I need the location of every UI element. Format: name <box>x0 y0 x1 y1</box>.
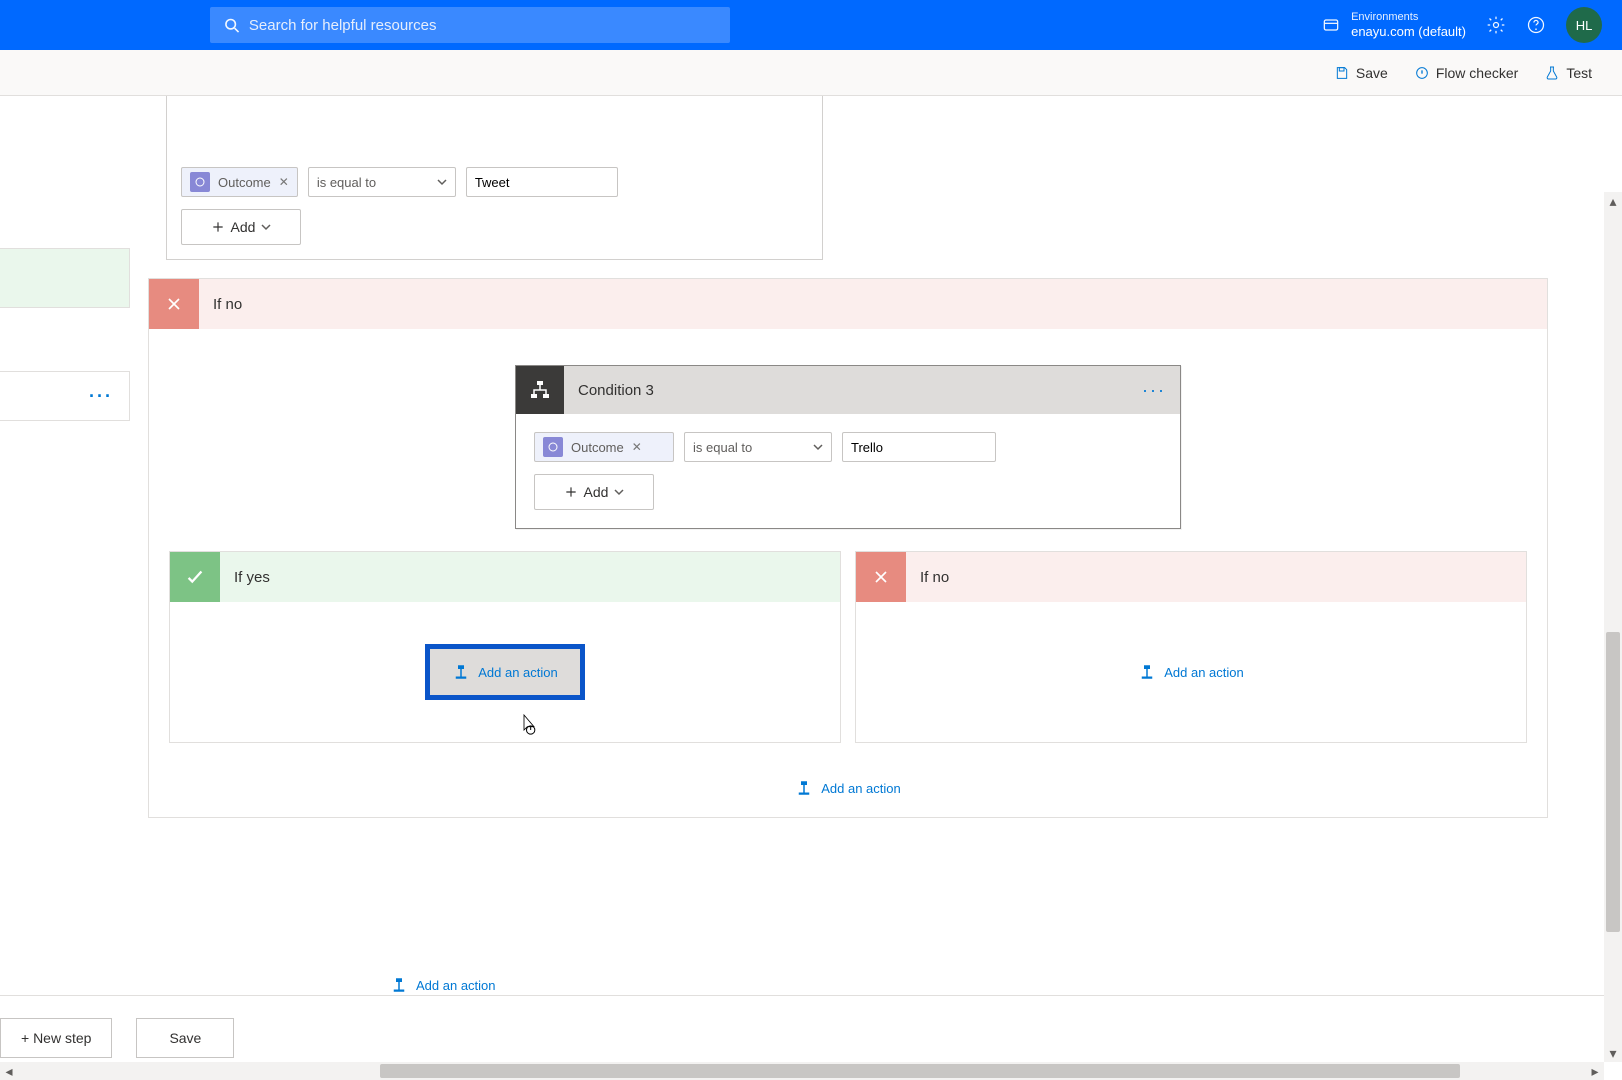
add-action-icon <box>1138 663 1156 681</box>
settings-icon[interactable] <box>1486 15 1506 35</box>
chip-label: Outcome <box>218 175 271 190</box>
editor-toolbar: Save Flow checker Test <box>0 50 1622 96</box>
add-action-icon <box>390 976 408 994</box>
user-avatar[interactable]: HL <box>1566 7 1602 43</box>
chip-remove-icon[interactable]: ✕ <box>632 440 642 454</box>
action-card-stub[interactable]: ··· <box>0 371 130 421</box>
flow-checker-icon <box>1414 65 1430 81</box>
horizontal-scrollbar[interactable]: ◂ ▸ <box>0 1062 1604 1080</box>
app-header: Environments enayu.com (default) HL <box>0 0 1622 50</box>
flow-canvas[interactable]: Outcome ✕ is equal to Add ··· <box>0 96 1622 1080</box>
if-no-header[interactable]: If no <box>149 279 1547 329</box>
add-row-label: Add <box>231 219 256 235</box>
chip-label: Outcome <box>571 440 624 455</box>
add-action-link-bottom[interactable]: Add an action <box>390 976 496 994</box>
environment-name: enayu.com (default) <box>1351 24 1466 40</box>
dynamic-content-icon <box>190 172 210 192</box>
scroll-down-icon[interactable]: ▾ <box>1604 1044 1622 1062</box>
operator-value: is equal to <box>693 440 752 455</box>
dynamic-content-icon <box>543 437 563 457</box>
toolbar-test[interactable]: Test <box>1544 65 1592 81</box>
if-no-branch-inner: If no Add an action <box>855 551 1527 743</box>
environment-label: Environments <box>1351 11 1466 24</box>
x-icon <box>856 552 906 602</box>
condition-value-input[interactable] <box>842 432 996 462</box>
if-yes-branch: If yes Add an action <box>169 551 841 743</box>
add-action-link[interactable]: Add an action <box>1138 663 1244 681</box>
environment-picker[interactable]: Environments enayu.com (default) <box>1321 11 1466 40</box>
condition-3-title: Condition 3 <box>578 382 654 399</box>
add-action-link-mid[interactable]: Add an action <box>795 779 901 797</box>
if-no-header-inner[interactable]: If no <box>856 552 1526 602</box>
chevron-down-icon <box>813 442 823 452</box>
save-button[interactable]: Save <box>136 1018 234 1058</box>
if-no-title: If no <box>213 296 242 313</box>
search-box[interactable] <box>210 7 730 43</box>
toolbar-flow-checker-label: Flow checker <box>1436 65 1518 81</box>
chip-remove-icon[interactable]: ✕ <box>279 175 289 189</box>
more-menu-icon[interactable]: ··· <box>89 386 113 407</box>
if-no-title-inner: If no <box>920 569 949 586</box>
plus-icon <box>211 220 225 234</box>
help-icon[interactable] <box>1526 15 1546 35</box>
new-step-button[interactable]: + New step <box>0 1018 112 1058</box>
operator-dropdown[interactable]: is equal to <box>308 167 456 197</box>
add-row-button[interactable]: Add <box>181 209 301 245</box>
plus-icon <box>564 485 578 499</box>
environment-icon <box>1321 15 1341 35</box>
toolbar-flow-checker[interactable]: Flow checker <box>1414 65 1518 81</box>
if-yes-stub <box>0 248 130 308</box>
search-input[interactable] <box>249 17 718 34</box>
save-icon <box>1334 65 1350 81</box>
condition-3-card: Condition 3 ··· Outcome ✕ is equa <box>515 365 1181 529</box>
if-no-branch-container: If no Condition 3 ··· <box>148 278 1548 818</box>
condition-3-header[interactable]: Condition 3 ··· <box>516 366 1180 414</box>
check-icon <box>170 552 220 602</box>
add-row-label: Add <box>584 484 609 500</box>
add-action-highlighted[interactable]: Add an action <box>425 644 585 700</box>
add-action-label: Add an action <box>416 978 496 993</box>
add-action-label: Add an action <box>478 665 558 680</box>
scroll-up-icon[interactable]: ▴ <box>1604 192 1622 210</box>
vertical-scrollbar[interactable]: ▴ ▾ <box>1604 192 1622 1062</box>
operator-value: is equal to <box>317 175 376 190</box>
add-action-label: Add an action <box>1164 665 1244 680</box>
chevron-down-icon <box>437 177 447 187</box>
scroll-thumb[interactable] <box>380 1064 1460 1078</box>
scroll-left-icon[interactable]: ◂ <box>0 1062 18 1080</box>
search-icon <box>222 15 241 35</box>
add-action-icon <box>795 779 813 797</box>
header-right: Environments enayu.com (default) HL <box>1321 7 1602 43</box>
condition-card-top: Outcome ✕ is equal to Add <box>166 96 823 260</box>
add-action-icon <box>452 663 470 681</box>
more-menu-icon[interactable]: ··· <box>1142 380 1166 401</box>
x-icon <box>149 279 199 329</box>
toolbar-test-label: Test <box>1566 65 1592 81</box>
condition-icon <box>516 366 564 414</box>
if-yes-title: If yes <box>234 569 270 586</box>
add-row-button[interactable]: Add <box>534 474 654 510</box>
condition-value-input[interactable] <box>466 167 618 197</box>
condition-value-chip[interactable]: Outcome ✕ <box>534 432 674 462</box>
chevron-down-icon <box>614 487 624 497</box>
test-icon <box>1544 65 1560 81</box>
condition-value-chip[interactable]: Outcome ✕ <box>181 167 298 197</box>
toolbar-save[interactable]: Save <box>1334 65 1388 81</box>
operator-dropdown[interactable]: is equal to <box>684 432 832 462</box>
scroll-right-icon[interactable]: ▸ <box>1586 1062 1604 1080</box>
if-yes-header[interactable]: If yes <box>170 552 840 602</box>
toolbar-save-label: Save <box>1356 65 1388 81</box>
add-action-label: Add an action <box>821 781 901 796</box>
chevron-down-icon <box>261 222 271 232</box>
scroll-thumb[interactable] <box>1606 632 1620 932</box>
